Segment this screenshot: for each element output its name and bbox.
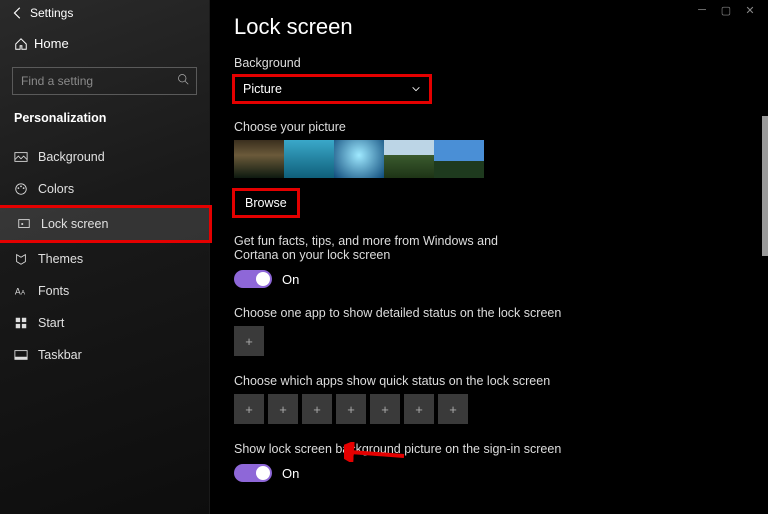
lock-screen-icon <box>17 217 41 231</box>
sidebar-item-label: Colors <box>38 182 74 196</box>
funfacts-state: On <box>282 272 299 287</box>
detailed-status-section: Choose one app to show detailed status o… <box>234 306 744 356</box>
picture-icon <box>14 150 38 164</box>
page-title: Lock screen <box>234 14 744 40</box>
sidebar-item-label: Start <box>38 316 64 330</box>
sidebar-item-taskbar[interactable]: Taskbar <box>0 339 209 371</box>
plus-icon: + <box>415 402 423 417</box>
start-icon <box>14 316 38 330</box>
add-app-tile[interactable]: + <box>234 326 264 356</box>
sidebar-item-background[interactable]: Background <box>0 141 209 173</box>
add-app-tile[interactable]: + <box>268 394 298 424</box>
window-title: Settings <box>30 6 73 20</box>
search-input[interactable] <box>12 67 197 95</box>
funfacts-label: Get fun facts, tips, and more from Windo… <box>234 234 544 262</box>
sidebar-item-colors[interactable]: Colors <box>0 173 209 205</box>
picture-thumb[interactable] <box>384 140 434 178</box>
detailed-status-label: Choose one app to show detailed status o… <box>234 306 744 320</box>
picture-thumb[interactable] <box>434 140 484 178</box>
plus-icon: + <box>279 402 287 417</box>
browse-button[interactable]: Browse <box>234 190 298 216</box>
maximize-button[interactable]: ▢ <box>714 4 738 17</box>
sidebar-item-lock-screen[interactable]: Lock screen <box>0 205 212 243</box>
scrollbar[interactable] <box>762 116 768 256</box>
sidebar-item-label: Background <box>38 150 105 164</box>
plus-icon: + <box>313 402 321 417</box>
sidebar-item-themes[interactable]: Themes <box>0 243 209 275</box>
add-app-tile[interactable]: + <box>370 394 400 424</box>
funfacts-toggle[interactable] <box>234 270 272 288</box>
add-app-tile[interactable]: + <box>302 394 332 424</box>
home-nav[interactable]: Home <box>0 30 209 57</box>
sidebar-item-label: Themes <box>38 252 83 266</box>
add-app-tile[interactable]: + <box>234 394 264 424</box>
nav-list: Background Colors Lock screen Themes AA … <box>0 141 209 371</box>
content-area: ─ ▢ ✕ Lock screen Background Picture Cho… <box>210 0 768 514</box>
background-dropdown[interactable]: Picture <box>234 76 430 102</box>
choose-picture-section: Choose your picture Browse <box>234 120 744 216</box>
settings-window: Settings Home Personalization Background… <box>0 0 768 514</box>
choose-picture-label: Choose your picture <box>234 120 744 134</box>
picture-thumb[interactable] <box>334 140 384 178</box>
quick-status-section: Choose which apps show quick status on t… <box>234 374 744 424</box>
home-label: Home <box>34 36 69 51</box>
signin-picture-toggle[interactable] <box>234 464 272 482</box>
plus-icon: + <box>245 402 253 417</box>
back-button[interactable] <box>6 6 30 20</box>
search-icon <box>177 73 189 85</box>
arrow-left-icon <box>11 6 25 20</box>
plus-icon: + <box>381 402 389 417</box>
picture-thumb[interactable] <box>284 140 334 178</box>
plus-icon: + <box>347 402 355 417</box>
sidebar-item-label: Lock screen <box>41 217 108 231</box>
window-controls: ─ ▢ ✕ <box>690 4 762 17</box>
minimize-button[interactable]: ─ <box>690 4 714 17</box>
background-label: Background <box>234 56 744 70</box>
fonts-icon: AA <box>14 284 38 298</box>
chevron-down-icon <box>411 84 421 94</box>
dropdown-value: Picture <box>243 82 282 96</box>
close-button[interactable]: ✕ <box>738 4 762 17</box>
palette-icon <box>14 182 38 196</box>
svg-text:A: A <box>15 287 21 297</box>
svg-text:A: A <box>21 290 26 297</box>
quick-status-label: Choose which apps show quick status on t… <box>234 374 744 388</box>
add-app-tile[interactable]: + <box>438 394 468 424</box>
category-label: Personalization <box>0 105 209 131</box>
add-app-tile[interactable]: + <box>336 394 366 424</box>
picture-thumbnails <box>234 140 744 178</box>
sidebar-item-start[interactable]: Start <box>0 307 209 339</box>
themes-icon <box>14 252 38 266</box>
home-icon <box>14 37 34 51</box>
signin-picture-state: On <box>282 466 299 481</box>
add-app-tile[interactable]: + <box>404 394 434 424</box>
search-container <box>12 67 197 95</box>
funfacts-section: Get fun facts, tips, and more from Windo… <box>234 234 744 288</box>
title-bar: Settings <box>0 0 209 24</box>
plus-icon: + <box>449 402 457 417</box>
plus-icon: + <box>245 334 253 349</box>
sidebar-item-fonts[interactable]: AA Fonts <box>0 275 209 307</box>
annotation-arrow-icon <box>344 442 414 462</box>
signin-picture-label: Show lock screen background picture on t… <box>234 442 744 456</box>
sidebar-item-label: Taskbar <box>38 348 82 362</box>
sidebar: Settings Home Personalization Background… <box>0 0 210 514</box>
picture-thumb[interactable] <box>234 140 284 178</box>
signin-picture-section: Show lock screen background picture on t… <box>234 442 744 482</box>
taskbar-icon <box>14 348 38 362</box>
sidebar-item-label: Fonts <box>38 284 69 298</box>
